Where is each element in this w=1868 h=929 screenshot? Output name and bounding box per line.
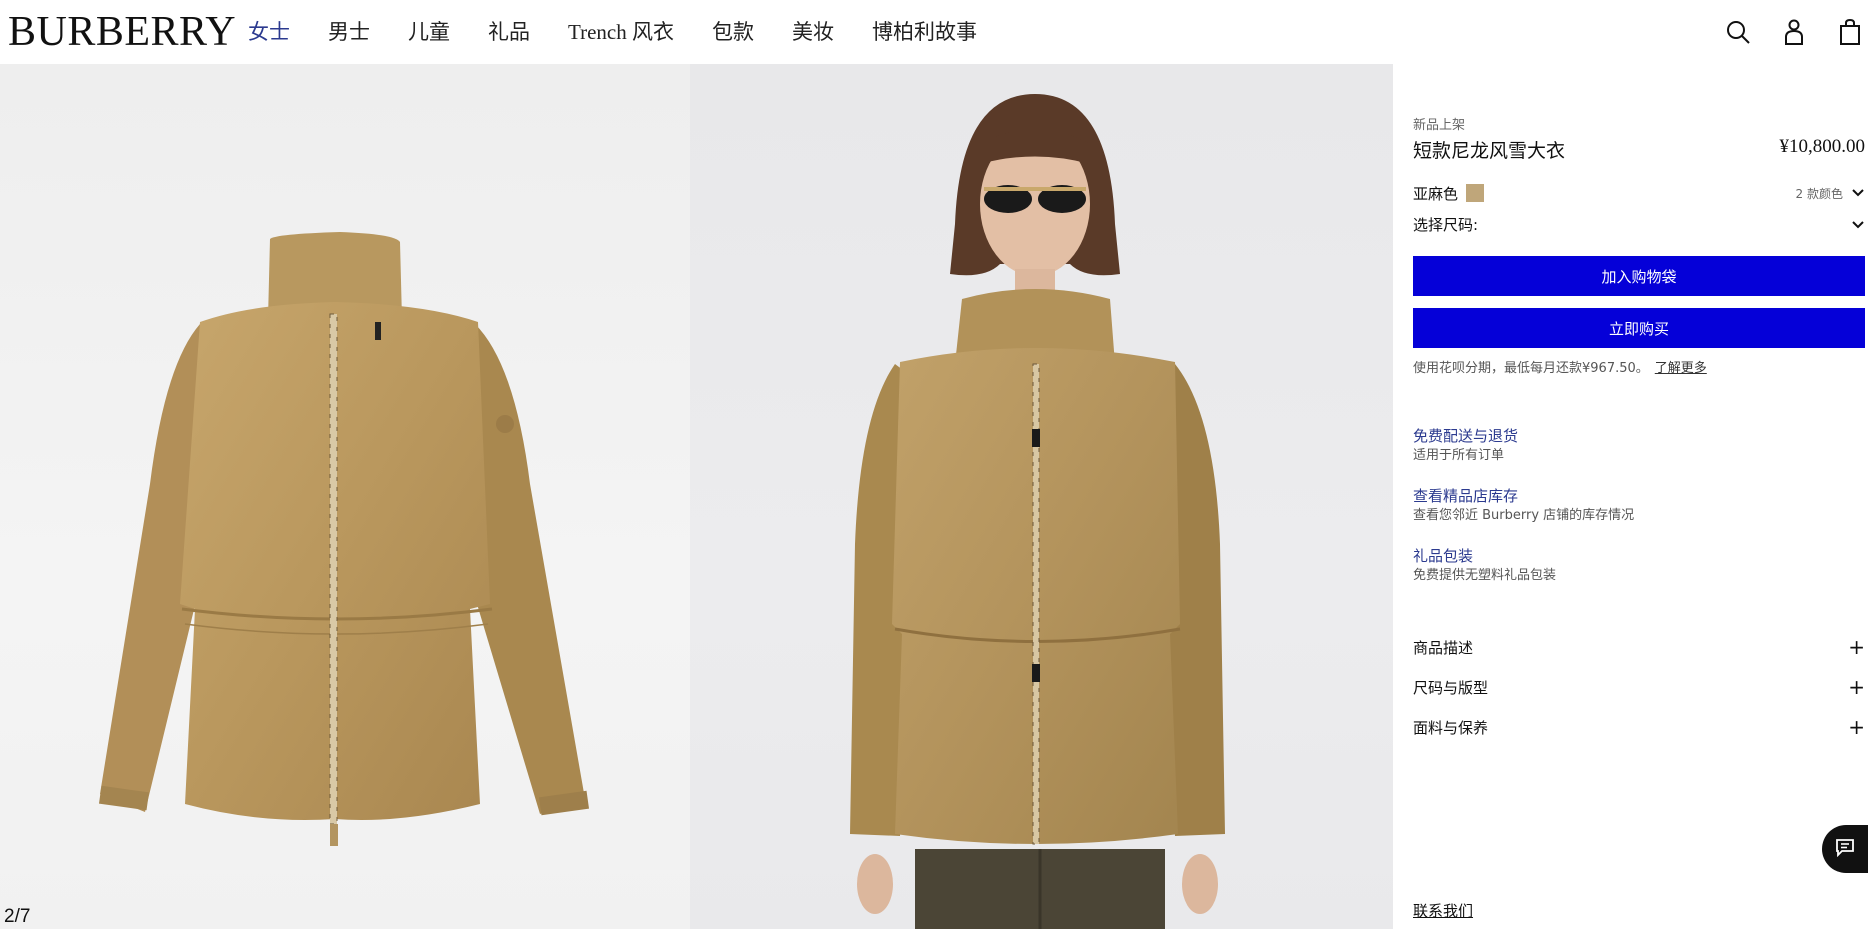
shopping-bag-icon[interactable] bbox=[1832, 14, 1868, 50]
chat-icon bbox=[1835, 837, 1855, 861]
product-title: 短款尼龙风雪大衣 bbox=[1413, 140, 1566, 162]
service-title[interactable]: 礼品包装 bbox=[1413, 546, 1556, 566]
size-label: 选择尺码: bbox=[1413, 216, 1479, 234]
service-subtitle: 查看您邻近 Burberry 店铺的库存情况 bbox=[1413, 508, 1635, 523]
product-price: ¥10,800.00 bbox=[1779, 136, 1866, 157]
account-icon[interactable] bbox=[1776, 14, 1812, 50]
color-selector[interactable]: 亚麻色 2 款颜色 bbox=[1413, 182, 1865, 204]
accordion-label: 面料与保养 bbox=[1413, 719, 1489, 737]
image-counter: 2/7 bbox=[4, 906, 31, 927]
nav-item-beauty[interactable]: 美妆 bbox=[792, 16, 834, 48]
learn-more-link[interactable]: 了解更多 bbox=[1655, 361, 1707, 376]
add-to-bag-button[interactable]: 加入购物袋 bbox=[1413, 256, 1865, 296]
chevron-down-icon[interactable] bbox=[1851, 185, 1865, 204]
buy-now-button[interactable]: 立即购买 bbox=[1413, 308, 1865, 348]
nav-item-bags[interactable]: 包款 bbox=[712, 16, 754, 48]
product-info-panel: 新品上架 短款尼龙风雪大衣 ¥10,800.00 亚麻色 2 款颜色 选择尺码:… bbox=[1413, 64, 1865, 929]
color-label: 亚麻色 bbox=[1413, 184, 1459, 203]
chat-button[interactable] bbox=[1822, 825, 1868, 873]
plus-icon[interactable]: + bbox=[1848, 716, 1865, 738]
plus-icon[interactable]: + bbox=[1848, 676, 1865, 698]
chevron-down-icon[interactable] bbox=[1851, 217, 1865, 236]
product-gallery[interactable]: 2/7 bbox=[0, 64, 1393, 929]
nav-item-women[interactable]: 女士 bbox=[248, 16, 290, 48]
site-header: BURBERRY 女士 男士 儿童 礼品 Trench 风衣 包款 美妆 博柏利… bbox=[0, 0, 1868, 64]
main-nav: 女士 男士 儿童 礼品 Trench 风衣 包款 美妆 博柏利故事 bbox=[248, 16, 1015, 48]
service-title[interactable]: 查看精品店库存 bbox=[1413, 486, 1634, 506]
nav-item-trench[interactable]: Trench 风衣 bbox=[568, 16, 674, 48]
accordion-size-fit[interactable]: 尺码与版型 + bbox=[1413, 676, 1865, 700]
color-swatch[interactable] bbox=[1466, 184, 1485, 202]
size-selector[interactable]: 选择尺码: bbox=[1413, 214, 1865, 236]
plus-icon[interactable]: + bbox=[1848, 636, 1865, 658]
header-icons bbox=[1700, 14, 1868, 50]
accordion-description[interactable]: 商品描述 + bbox=[1413, 636, 1865, 660]
service-store-stock[interactable]: 查看精品店库存 查看您邻近 Burberry 店铺的库存情况 bbox=[1413, 486, 1634, 526]
nav-item-men[interactable]: 男士 bbox=[328, 16, 370, 48]
search-icon[interactable] bbox=[1720, 14, 1756, 50]
service-title[interactable]: 免费配送与退货 bbox=[1413, 426, 1518, 446]
accordion-materials-care[interactable]: 面料与保养 + bbox=[1413, 716, 1865, 740]
new-arrival-badge: 新品上架 bbox=[1413, 118, 1466, 133]
product-image-model[interactable] bbox=[690, 64, 1393, 929]
installment-info: 使用花呗分期，最低每月还款¥967.50。 了解更多 bbox=[1413, 357, 1707, 376]
product-image-flatlay[interactable] bbox=[0, 64, 690, 929]
nav-item-children[interactable]: 儿童 bbox=[408, 16, 450, 48]
nav-item-stories[interactable]: 博柏利故事 bbox=[872, 16, 977, 48]
service-subtitle: 适用于所有订单 bbox=[1413, 448, 1505, 463]
brand-logo[interactable]: BURBERRY bbox=[8, 8, 236, 56]
color-count[interactable]: 2 款颜色 bbox=[1796, 185, 1843, 202]
service-subtitle: 免费提供无塑料礼品包装 bbox=[1413, 568, 1557, 583]
accordion-label: 商品描述 bbox=[1413, 639, 1474, 657]
installment-text: 使用花呗分期，最低每月还款¥967.50。 bbox=[1413, 361, 1649, 376]
service-free-delivery[interactable]: 免费配送与退货 适用于所有订单 bbox=[1413, 426, 1518, 466]
accordion-label: 尺码与版型 bbox=[1413, 679, 1489, 697]
service-gift-wrap[interactable]: 礼品包装 免费提供无塑料礼品包装 bbox=[1413, 546, 1556, 586]
contact-us-link[interactable]: 联系我们 bbox=[1413, 900, 1473, 921]
nav-item-gifts[interactable]: 礼品 bbox=[488, 16, 530, 48]
